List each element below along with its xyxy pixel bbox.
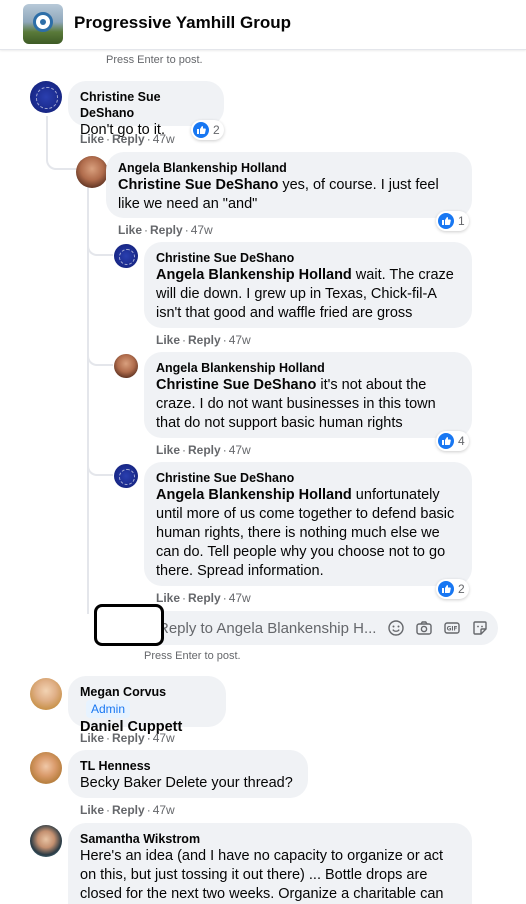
author-name[interactable]: Megan Corvus bbox=[80, 685, 166, 699]
reaction-number: 2 bbox=[213, 123, 220, 137]
comment-author: Megan CorvusAdmin bbox=[80, 684, 214, 718]
comment-author[interactable]: Samantha Wikstrom bbox=[80, 831, 460, 847]
like-button[interactable]: Like bbox=[156, 333, 180, 347]
reaction-count[interactable]: 4 bbox=[436, 431, 469, 451]
mention-link[interactable]: Angela Blankenship Holland bbox=[156, 267, 352, 283]
like-reaction-icon bbox=[438, 581, 454, 597]
comment-text: Angela Blankenship Holland wait. The cra… bbox=[156, 267, 454, 321]
comment-text: Christine Sue DeShano yes, of course. I … bbox=[118, 177, 439, 212]
sticker-icon[interactable] bbox=[471, 619, 489, 637]
press-enter-hint: Press Enter to post. bbox=[144, 650, 241, 662]
admin-badge: Admin bbox=[86, 700, 131, 718]
comment-actions: Like · Reply · 47w bbox=[80, 731, 175, 745]
redacted-avatar-box bbox=[94, 604, 164, 646]
mention-link[interactable]: Angela Blankenship Holland bbox=[156, 487, 352, 503]
reaction-number: 4 bbox=[458, 434, 465, 448]
comment-bubble: Christine Sue DeShano Angela Blankenship… bbox=[144, 242, 472, 328]
comment-time[interactable]: 47w bbox=[191, 223, 213, 237]
like-reaction-icon bbox=[438, 213, 454, 229]
comment-time[interactable]: 47w bbox=[153, 803, 175, 817]
like-button[interactable]: Like bbox=[156, 591, 180, 605]
comment-actions: Like · Reply · 47w bbox=[156, 591, 251, 605]
comment-actions: Like · Reply · 47w bbox=[80, 803, 175, 817]
group-avatar[interactable] bbox=[23, 4, 63, 44]
gif-icon[interactable]: GIF bbox=[443, 619, 461, 637]
comment-actions: Like · Reply · 47w bbox=[118, 223, 213, 237]
reply-button[interactable]: Reply bbox=[188, 443, 221, 457]
comment-time[interactable]: 47w bbox=[229, 333, 251, 347]
thread-connector bbox=[87, 238, 113, 256]
reply-button[interactable]: Reply bbox=[150, 223, 183, 237]
like-button[interactable]: Like bbox=[80, 731, 104, 745]
avatar[interactable] bbox=[30, 825, 62, 857]
like-reaction-icon bbox=[193, 122, 209, 138]
comment-bubble: Angela Blankenship Holland Christine Sue… bbox=[106, 152, 472, 218]
thread-connector bbox=[46, 140, 76, 170]
comment-author[interactable]: TL Henness bbox=[80, 758, 296, 774]
like-button[interactable]: Like bbox=[80, 803, 104, 817]
avatar[interactable] bbox=[114, 244, 138, 268]
like-reaction-icon bbox=[438, 433, 454, 449]
comment-author[interactable]: Christine Sue DeShano bbox=[80, 89, 212, 121]
mention-link[interactable]: Christine Sue DeShano bbox=[156, 377, 316, 393]
comment-actions: Like · Reply · 47w bbox=[80, 132, 175, 146]
group-title[interactable]: Progressive Yamhill Group bbox=[74, 13, 291, 33]
comment-author[interactable]: Angela Blankenship Holland bbox=[156, 360, 460, 376]
reply-button[interactable]: Reply bbox=[112, 132, 145, 146]
avatar[interactable] bbox=[114, 354, 138, 378]
group-header: Progressive Yamhill Group bbox=[0, 0, 526, 50]
mention-link[interactable]: Becky Baker bbox=[80, 775, 161, 791]
comment-bubble: Angela Blankenship Holland Christine Sue… bbox=[144, 352, 472, 438]
avatar[interactable] bbox=[30, 81, 62, 113]
comment-bubble: Samantha Wikstrom Here's an idea (and I … bbox=[68, 823, 472, 904]
reply-composer: GIF bbox=[144, 611, 498, 645]
press-enter-hint: Press Enter to post. bbox=[106, 54, 203, 66]
reply-button[interactable]: Reply bbox=[112, 731, 145, 745]
camera-icon[interactable] bbox=[415, 619, 433, 637]
avatar[interactable] bbox=[30, 678, 62, 710]
comment-time[interactable]: 47w bbox=[229, 443, 251, 457]
comment-bubble: Christine Sue DeShano Angela Blankenship… bbox=[144, 462, 472, 586]
comment-time[interactable]: 47w bbox=[229, 591, 251, 605]
reaction-number: 2 bbox=[458, 582, 465, 596]
comment-bubble: Megan CorvusAdmin Daniel Cuppett bbox=[68, 676, 226, 735]
comment-time[interactable]: 47w bbox=[153, 731, 175, 745]
like-button[interactable]: Like bbox=[118, 223, 142, 237]
comment-text: Here's an idea (and I have no capacity t… bbox=[80, 848, 444, 902]
avatar[interactable] bbox=[76, 156, 108, 188]
comment-text: Angela Blankenship Holland unfortunately… bbox=[156, 487, 455, 579]
comment-text: Becky Baker Delete your thread? bbox=[80, 775, 293, 791]
reaction-count[interactable]: 1 bbox=[436, 211, 469, 231]
comment-bubble: TL Henness Becky Baker Delete your threa… bbox=[68, 750, 308, 798]
svg-text:GIF: GIF bbox=[447, 627, 458, 633]
like-button[interactable]: Like bbox=[156, 443, 180, 457]
comment-author[interactable]: Angela Blankenship Holland bbox=[118, 160, 460, 176]
comment-author[interactable]: Christine Sue DeShano bbox=[156, 470, 460, 486]
emoji-icon[interactable] bbox=[387, 619, 405, 637]
comment-time[interactable]: 47w bbox=[153, 132, 175, 146]
reaction-count[interactable]: 2 bbox=[436, 579, 469, 599]
reaction-number: 1 bbox=[458, 214, 465, 228]
mention-link[interactable]: Christine Sue DeShano bbox=[118, 177, 278, 193]
reply-input[interactable] bbox=[158, 611, 378, 645]
avatar[interactable] bbox=[114, 464, 138, 488]
avatar[interactable] bbox=[30, 752, 62, 784]
comment-author[interactable]: Christine Sue DeShano bbox=[156, 250, 460, 266]
comment-actions: Like · Reply · 47w bbox=[156, 443, 251, 457]
reply-button[interactable]: Reply bbox=[188, 333, 221, 347]
reaction-count[interactable]: 2 bbox=[191, 120, 224, 140]
comment-actions: Like · Reply · 47w bbox=[156, 333, 251, 347]
reply-button[interactable]: Reply bbox=[112, 803, 145, 817]
thread-connector bbox=[87, 458, 113, 476]
thread-connector bbox=[87, 348, 113, 366]
comment-text: Christine Sue DeShano it's not about the… bbox=[156, 377, 436, 431]
reply-button[interactable]: Reply bbox=[188, 591, 221, 605]
like-button[interactable]: Like bbox=[80, 132, 104, 146]
